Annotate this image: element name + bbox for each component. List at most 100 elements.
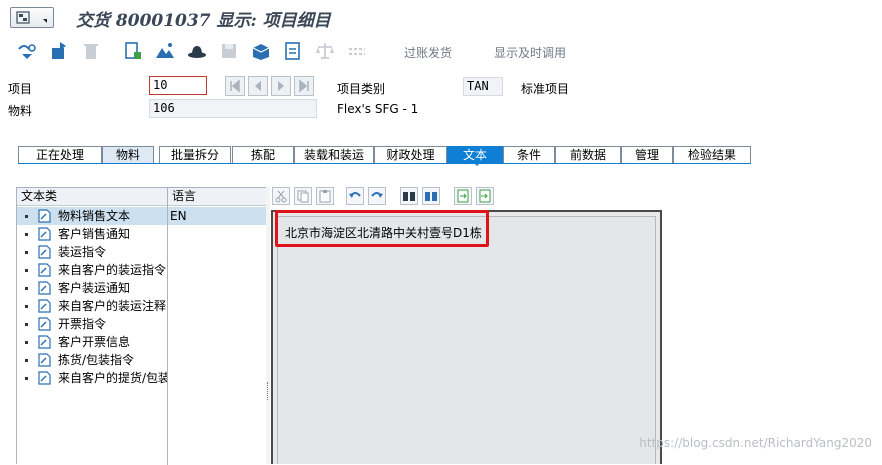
- text-type-item[interactable]: 拣货/包装指令: [17, 351, 167, 369]
- tab-processing[interactable]: 正在处理: [18, 146, 102, 164]
- material-label: 物料: [8, 104, 33, 118]
- cut-button[interactable]: [272, 187, 290, 205]
- text-type-item[interactable]: 物料销售文本: [17, 207, 167, 225]
- material-field[interactable]: 106: [149, 99, 317, 118]
- previous-icon: [255, 81, 261, 91]
- text-type-item[interactable]: 客户开票信息: [17, 333, 167, 351]
- text-type-label: 客户销售通知: [58, 227, 131, 241]
- mountain-icon[interactable]: [154, 40, 176, 62]
- link-icon[interactable]: [346, 40, 368, 62]
- next-icon: [278, 81, 284, 91]
- tab-inspection-results[interactable]: 检验结果: [673, 146, 751, 164]
- document-icon[interactable]: [122, 40, 144, 62]
- editor-toolbar: [270, 185, 510, 207]
- first-item-button[interactable]: [225, 76, 245, 96]
- undo-button[interactable]: [346, 187, 364, 205]
- language-cell[interactable]: [168, 297, 267, 315]
- text-type-label: 来自客户的提货/包装: [58, 371, 167, 385]
- tree-bullet: [25, 377, 28, 380]
- tab-material[interactable]: 物料: [102, 146, 154, 164]
- scale-icon[interactable]: [314, 40, 336, 62]
- document-icon: [38, 209, 51, 223]
- document2-icon[interactable]: [282, 40, 304, 62]
- item-category-desc: 标准项目: [521, 82, 570, 96]
- tree-bullet: [25, 269, 28, 272]
- paste-button[interactable]: [316, 187, 334, 205]
- tab-picking[interactable]: 拣配: [232, 146, 294, 164]
- trash-icon[interactable]: [80, 40, 102, 62]
- tab-financial-processing[interactable]: 财政处理: [374, 146, 447, 164]
- item-category-field[interactable]: TAN: [463, 77, 503, 96]
- save-icon[interactable]: [218, 40, 240, 62]
- previous-item-button[interactable]: [248, 76, 268, 96]
- language-cell[interactable]: [168, 225, 267, 243]
- export-text-button[interactable]: [476, 187, 494, 205]
- tab-loading-shipment[interactable]: 装载和装运: [294, 146, 374, 164]
- item-field[interactable]: 10: [149, 76, 207, 95]
- find-next-button[interactable]: [422, 187, 440, 205]
- language-cell[interactable]: [168, 279, 267, 297]
- display-time-button[interactable]: 显示及时调用: [494, 44, 566, 61]
- language-cell[interactable]: [168, 315, 267, 333]
- text-editor[interactable]: 北京市海淀区北清路中关村壹号D1栋: [271, 210, 662, 464]
- language-cell[interactable]: [168, 243, 267, 261]
- tree-bullet: [25, 233, 28, 236]
- document-icon: [38, 371, 51, 385]
- text-type-label: 物料销售文本: [58, 209, 131, 223]
- language-cell[interactable]: [168, 333, 267, 351]
- copy-button[interactable]: [294, 187, 312, 205]
- tab-underline: [18, 163, 751, 164]
- language-cell[interactable]: [168, 351, 267, 369]
- watermark: https://blog.csdn.net/RichardYang2020: [639, 436, 872, 450]
- text-type-item[interactable]: 来自客户的装运指令: [17, 261, 167, 279]
- tree-bullet: [25, 323, 28, 326]
- last-icon: [299, 79, 309, 93]
- tab-administration[interactable]: 管理: [621, 146, 673, 164]
- menu-icon: [16, 11, 30, 24]
- tab-batch-split[interactable]: 批量拆分: [159, 146, 231, 164]
- tab-preceding-data[interactable]: 前数据: [555, 146, 621, 164]
- document-icon: [38, 317, 51, 331]
- text-type-label: 装运指令: [58, 245, 107, 259]
- title-bar: 交货 80001037 显示: 项目细目: [0, 0, 882, 34]
- package-icon[interactable]: [250, 40, 272, 62]
- find-button[interactable]: [400, 187, 418, 205]
- text-type-item[interactable]: 开票指令: [17, 315, 167, 333]
- item-label: 项目: [8, 82, 33, 96]
- col-language: 语言: [168, 188, 267, 206]
- text-type-item[interactable]: 来自客户的提货/包装: [17, 369, 167, 387]
- import-button[interactable]: [454, 187, 472, 205]
- text-type-label: 来自客户的装运注释: [58, 299, 167, 313]
- document-icon: [38, 335, 51, 349]
- language-cell[interactable]: [168, 369, 267, 387]
- text-editor-area[interactable]: 北京市海淀区北清路中关村壹号D1栋: [277, 216, 656, 464]
- language-cell[interactable]: [168, 261, 267, 279]
- tab-conditions[interactable]: 条件: [503, 146, 555, 164]
- tree-bullet: [25, 251, 28, 254]
- post-goods-issue-button[interactable]: 过账发货: [404, 44, 452, 61]
- chevron-down-icon: [43, 19, 47, 23]
- last-item-button[interactable]: [294, 76, 314, 96]
- text-type-item[interactable]: 来自客户的装运注释: [17, 297, 167, 315]
- text-type-item[interactable]: 客户销售通知: [17, 225, 167, 243]
- scissors-icon: [275, 190, 287, 203]
- text-type-label: 拣货/包装指令: [58, 353, 135, 367]
- system-menu-button[interactable]: [10, 7, 54, 28]
- hat-icon[interactable]: [186, 40, 208, 62]
- text-type-item[interactable]: 客户装运通知: [17, 279, 167, 297]
- language-cell[interactable]: EN: [168, 207, 267, 225]
- export-icon[interactable]: [48, 40, 70, 62]
- config-icon[interactable]: [16, 40, 38, 62]
- text-type-label: 来自客户的装运指令: [58, 263, 167, 277]
- copy-icon: [297, 190, 309, 203]
- col-text-type: 文本类: [17, 188, 167, 206]
- application-toolbar: 过账发货 显示及时调用: [0, 34, 882, 68]
- next-item-button[interactable]: [271, 76, 291, 96]
- redo-button[interactable]: [368, 187, 386, 205]
- import-icon: [457, 189, 469, 203]
- text-type-label: 客户装运通知: [58, 281, 131, 295]
- tree-bullet: [25, 359, 28, 362]
- panel-splitter[interactable]: [266, 187, 270, 464]
- text-type-item[interactable]: 装运指令: [17, 243, 167, 261]
- export-text-icon: [479, 189, 491, 203]
